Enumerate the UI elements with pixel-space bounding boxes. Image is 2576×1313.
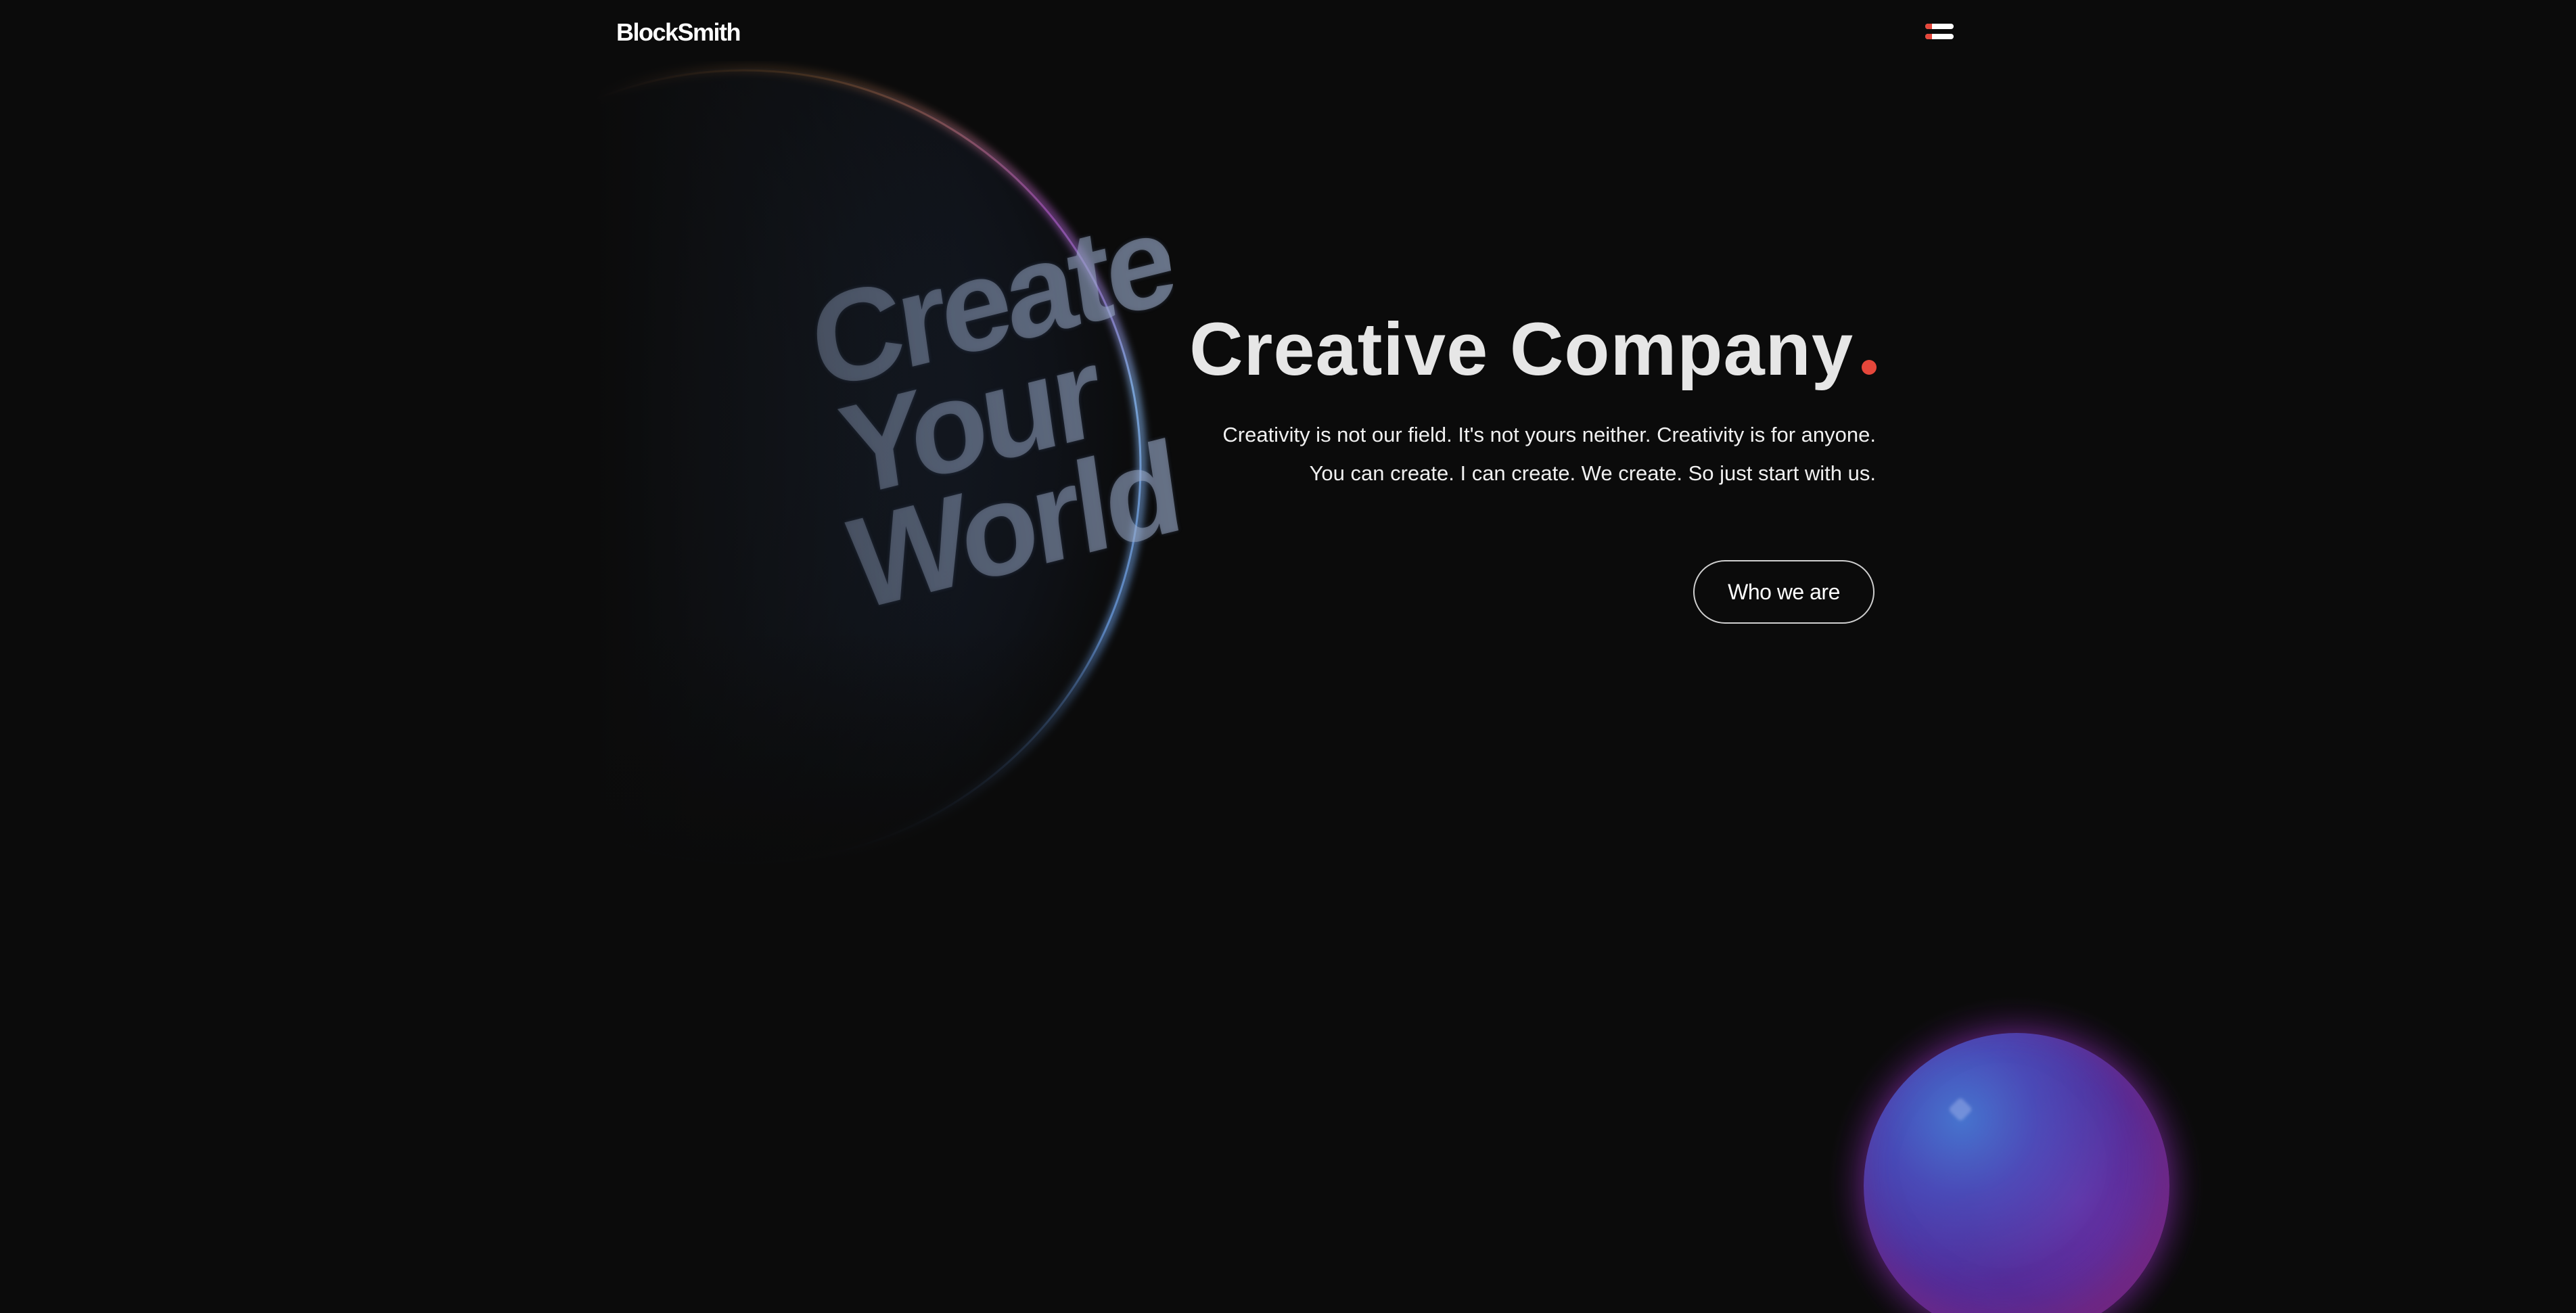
hamburger-menu-line <box>1925 34 1954 39</box>
menu-button[interactable] <box>1923 22 1956 43</box>
hero-subtitle-line-1: Creativity is not our field. It's not yo… <box>1222 423 1876 446</box>
hamburger-menu-icon <box>1925 24 1954 29</box>
planet-sphere <box>595 61 1204 873</box>
menu-accent-mark <box>1925 24 1932 29</box>
hero-title-text: Creative Company <box>1189 308 1854 391</box>
hero-subtitle-line-2: You can create. I can create. We create.… <box>1309 461 1876 485</box>
hero-subtitle: Creativity is not our field. It's not yo… <box>1222 415 1876 492</box>
logo[interactable]: BlockSmith <box>616 18 741 47</box>
who-we-are-button[interactable]: Who we are <box>1693 560 1874 624</box>
planet-graphic <box>595 61 1204 873</box>
menu-accent-mark <box>1925 34 1932 39</box>
accent-dot-icon <box>1862 360 1877 375</box>
landing-page: Create Your World BlockSmith Creative Co… <box>0 0 2576 1313</box>
hero-title: Creative Company <box>1189 306 1877 394</box>
site-header: BlockSmith <box>0 0 2576 68</box>
